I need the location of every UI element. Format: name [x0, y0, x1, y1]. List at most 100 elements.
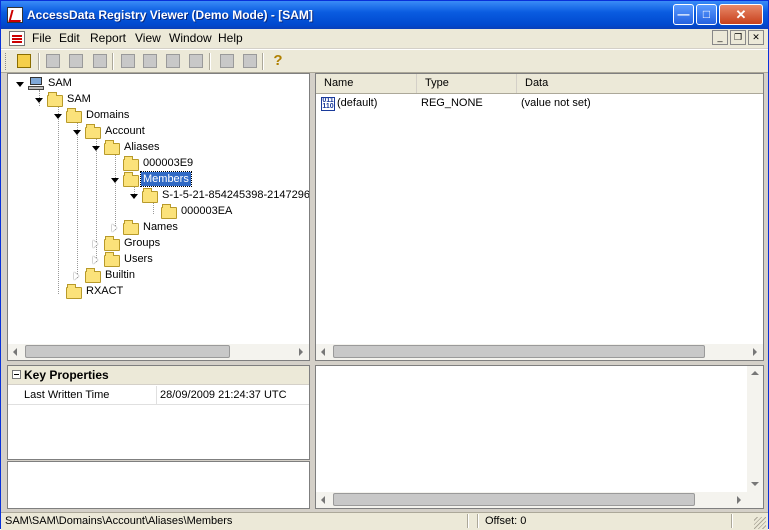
list-horizontal-scrollbar[interactable] [316, 344, 763, 360]
open-folder-icon[interactable] [17, 54, 31, 68]
tree-node-label: 000003EA [181, 205, 233, 217]
tool-a-icon[interactable] [220, 54, 234, 68]
value-name: (default) [337, 97, 378, 109]
scroll-right-arrow-icon[interactable] [293, 344, 309, 360]
tree-node-label: SAM [67, 93, 91, 105]
mdi-close-button[interactable]: ✕ [748, 30, 764, 45]
expander-open-icon[interactable] [16, 82, 24, 87]
key-properties-pane[interactable]: Key Properties Last Written Time 28/09/2… [7, 365, 310, 460]
data-view-pane[interactable] [315, 365, 764, 509]
tree-node-label: Users [124, 253, 153, 265]
key-icon[interactable] [93, 54, 107, 68]
help-icon[interactable]: ? [271, 53, 285, 68]
folder-icon [66, 108, 82, 123]
properties-title: Key Properties [24, 368, 109, 382]
report-icon[interactable] [143, 54, 157, 68]
scrollbar-thumb[interactable] [25, 345, 230, 358]
tree-node-label: Domains [86, 109, 130, 121]
tree-node-label: RXACT [86, 285, 124, 297]
scroll-up-arrow-icon[interactable] [747, 366, 763, 382]
report-add-icon[interactable] [166, 54, 180, 68]
toolbar-separator [209, 53, 211, 70]
value-type: REG_NONE [421, 97, 483, 109]
tool-b-icon[interactable] [243, 54, 257, 68]
toolbar-grip[interactable] [5, 53, 9, 70]
menu-window[interactable]: Window [169, 31, 212, 45]
expander-open-icon[interactable] [92, 146, 100, 151]
tree-connector [77, 122, 78, 278]
registry-tree-pane[interactable]: SAM SAM Domains Account Aliases 000003E9 [7, 73, 310, 361]
folder-icon [142, 188, 158, 203]
export-icon[interactable] [121, 54, 135, 68]
property-description-pane [7, 461, 310, 509]
data-vertical-scrollbar[interactable] [747, 366, 763, 492]
menu-file[interactable]: File [32, 31, 51, 45]
window-title: AccessData Registry Viewer (Demo Mode) -… [27, 8, 313, 22]
expander-open-icon[interactable] [54, 114, 62, 119]
expander-open-icon[interactable] [111, 178, 119, 183]
scroll-right-arrow-icon[interactable] [747, 344, 763, 360]
scroll-left-arrow-icon[interactable] [316, 492, 332, 508]
status-separator [467, 514, 469, 528]
tree-connector [58, 106, 59, 294]
menu-edit[interactable]: Edit [59, 31, 80, 45]
close-button[interactable]: ✕ [719, 4, 763, 25]
tree-node-label: 000003E9 [143, 157, 194, 169]
mdi-restore-button[interactable]: ❐ [730, 30, 746, 45]
folder-open-icon [123, 172, 139, 187]
expander-open-icon[interactable] [35, 98, 43, 103]
scrollbar-thumb[interactable] [333, 493, 695, 506]
scroll-left-arrow-icon[interactable] [316, 344, 332, 360]
maximize-button[interactable]: □ [696, 4, 717, 25]
scroll-right-arrow-icon[interactable] [731, 492, 747, 508]
title-bar[interactable]: AccessData Registry Viewer (Demo Mode) -… [1, 1, 768, 29]
tree-node-label-selected: Members [140, 171, 192, 187]
expander-closed-icon[interactable] [74, 272, 79, 280]
menu-view[interactable]: View [135, 31, 161, 45]
expander-closed-icon[interactable] [112, 224, 117, 232]
column-header-name[interactable]: Name [316, 74, 417, 93]
tree-node-label: S-1-5-21-854245398-2147296 [162, 189, 310, 201]
column-header-type[interactable]: Type [417, 74, 517, 93]
tree-node-label: Account [105, 125, 145, 137]
expander-closed-icon[interactable] [93, 240, 98, 248]
toolbar-separator [262, 53, 264, 70]
computer-icon [28, 77, 44, 90]
menu-help[interactable]: Help [218, 31, 243, 45]
folder-icon [66, 284, 82, 299]
expander-open-icon[interactable] [73, 130, 81, 135]
menu-report[interactable]: Report [90, 31, 126, 45]
property-row[interactable]: Last Written Time 28/09/2009 21:24:37 UT… [8, 386, 309, 405]
column-header-data[interactable]: Data [517, 74, 763, 93]
properties-category[interactable]: Key Properties [8, 366, 309, 385]
expander-closed-icon[interactable] [93, 256, 98, 264]
computer-icon[interactable] [46, 54, 60, 68]
document-system-menu-icon[interactable] [9, 31, 25, 46]
tree-node-label: Aliases [124, 141, 160, 153]
folder-icon [47, 92, 63, 107]
mdi-minimize-button[interactable]: _ [712, 30, 728, 45]
tree-horizontal-scrollbar[interactable] [8, 344, 309, 360]
collapse-minus-icon[interactable] [12, 370, 21, 379]
minimize-button[interactable]: — [673, 4, 694, 25]
app-icon[interactable] [7, 7, 23, 23]
expander-open-icon[interactable] [130, 194, 138, 199]
status-separator [731, 514, 733, 528]
data-horizontal-scrollbar[interactable] [316, 492, 763, 508]
toolbar: ? [1, 49, 768, 73]
value-data: (value not set) [521, 97, 591, 109]
tree-connector [153, 202, 154, 214]
scrollbar-thumb[interactable] [333, 345, 705, 358]
find-icon[interactable] [69, 54, 83, 68]
scroll-down-arrow-icon[interactable] [747, 476, 763, 492]
report-view-icon[interactable] [189, 54, 203, 68]
toolbar-separator [38, 53, 40, 70]
folder-icon [123, 156, 139, 171]
resize-grip-icon[interactable] [754, 517, 766, 529]
tree-node-label: SAM [48, 77, 72, 89]
values-list-pane[interactable]: Name Type Data 011 110 (default) REG_NON… [315, 73, 764, 361]
list-item[interactable]: 011 110 (default) REG_NONE (value not se… [316, 96, 763, 112]
registry-binary-value-icon: 011 110 [321, 97, 335, 111]
scroll-left-arrow-icon[interactable] [8, 344, 24, 360]
menu-bar: File Edit Report View Window Help [1, 29, 768, 48]
